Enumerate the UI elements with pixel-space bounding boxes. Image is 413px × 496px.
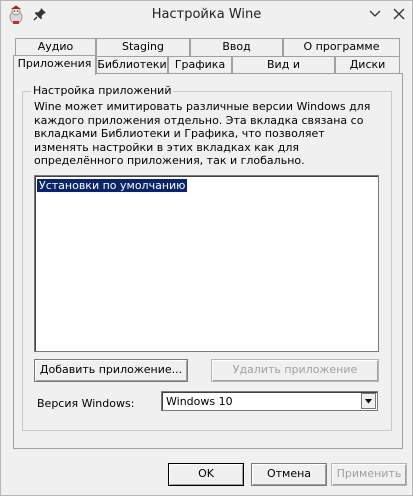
tab-libraries[interactable]: Библиотеки: [96, 56, 168, 74]
chevron-down-icon[interactable]: [367, 6, 383, 22]
tab-desktop-integration[interactable]: Вид и интеграция: [232, 56, 335, 87]
tab-about[interactable]: О программе: [283, 38, 400, 56]
list-item[interactable]: Установки по умолчанию: [35, 178, 189, 193]
remove-application-button[interactable]: Удалить приложение: [211, 359, 379, 382]
title-bar: Настройка Wine: [1, 1, 412, 29]
ok-button[interactable]: OK: [168, 463, 244, 486]
tab-input[interactable]: Ввод: [190, 38, 283, 56]
wine-config-window: Настройка Wine Аудио Staging Ввод О прог…: [0, 0, 413, 496]
triangle-down-icon[interactable]: [361, 393, 376, 409]
tab-graphics[interactable]: Графика: [168, 56, 232, 74]
tab-audio[interactable]: Аудио: [15, 38, 96, 56]
group-title: Настройка приложений: [31, 84, 174, 97]
application-list[interactable]: Установки по умолчанию: [34, 175, 379, 352]
close-icon[interactable]: [391, 6, 407, 22]
window-title: Настройка Wine: [151, 7, 262, 22]
windows-version-select[interactable]: Windows 10: [161, 391, 378, 411]
cancel-button[interactable]: Отмена: [251, 463, 327, 486]
add-application-button[interactable]: Добавить приложение...: [34, 359, 188, 382]
windows-version-label: Версия Windows:: [37, 397, 135, 410]
tab-staging[interactable]: Staging: [96, 38, 190, 56]
tab-applications[interactable]: Приложения: [13, 55, 96, 75]
description-text: Wine может имитировать различные версии …: [34, 100, 371, 167]
tab-drives[interactable]: Диски: [335, 56, 400, 74]
apply-button[interactable]: Применить: [331, 463, 407, 486]
windows-version-value: Windows 10: [166, 395, 233, 408]
